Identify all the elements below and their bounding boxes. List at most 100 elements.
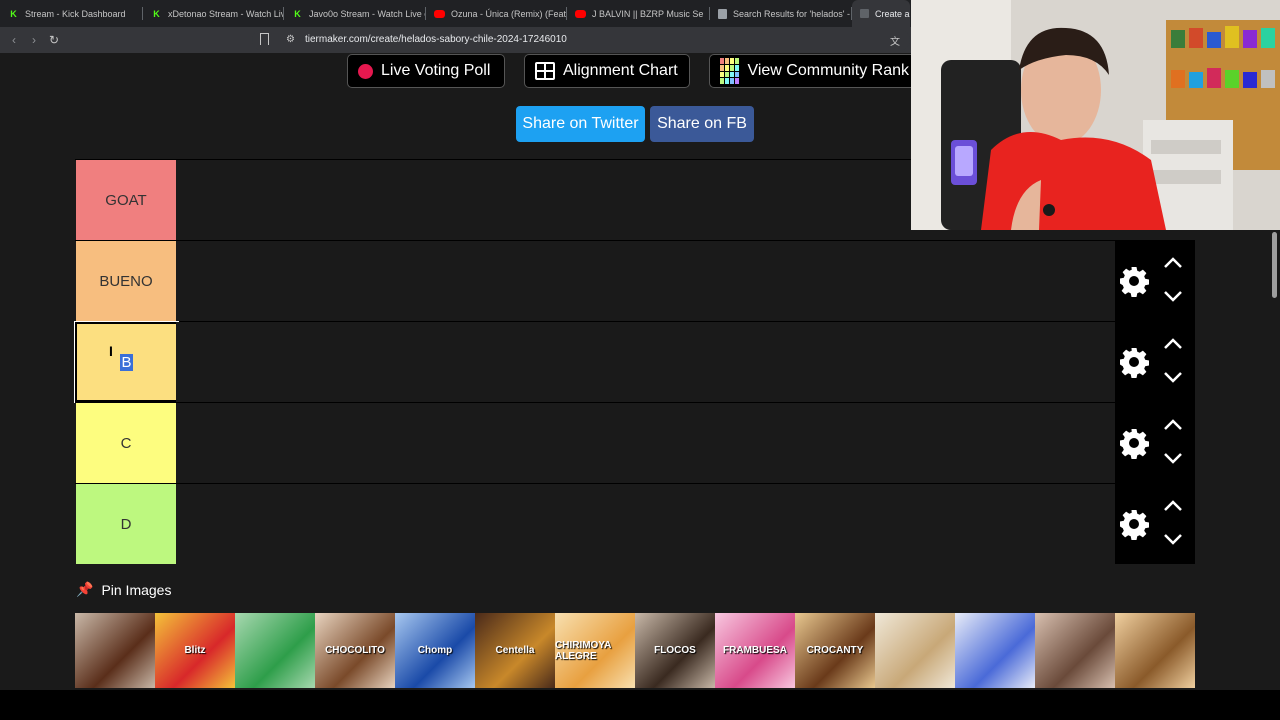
text-cursor-icon: I [109,343,113,359]
alignment-chart-button[interactable]: Alignment Chart [524,54,690,88]
site-info-icon[interactable]: ⚙ [286,34,295,45]
ice-cream-item-cone-nuts[interactable] [875,613,955,688]
pin-images-toggle[interactable]: 📌 Pin Images [76,581,171,598]
gear-icon[interactable] [1118,346,1150,378]
ice-cream-item-text: Centella [495,645,535,656]
url-text[interactable]: tiermaker.com/create/helados-sabory-chil… [305,34,567,45]
tier-drop-zone[interactable] [176,484,1115,564]
tier-controls [1115,484,1195,564]
ice-cream-item-chocolate-bar[interactable] [75,613,155,688]
ice-cream-item-crocanty[interactable]: CROCANTY [795,613,875,688]
live-voting-poll-button[interactable]: Live Voting Poll [347,54,505,88]
reload-button[interactable]: ↻ [46,32,62,48]
community-rank-label: View Community Rank [747,62,909,79]
tier-row: BI [74,321,1195,403]
ice-cream-item-frambuesa[interactable]: FRAMBUESA [715,613,795,688]
grid-quadrant-icon [535,62,555,80]
tab-title: Search Results for 'helados' - T [733,8,852,19]
tier-label-text[interactable]: C [121,435,132,452]
ice-cream-item-text: CHOCOLITO [325,645,385,656]
forward-button[interactable]: › [26,32,42,48]
tab-title: Ozuna - Única (Remix) (Feat. A [451,8,567,19]
youtube-icon [434,9,445,18]
browser-tab[interactable]: J BALVIN || BZRP Music Se [567,0,710,27]
chevron-up-icon[interactable] [1163,499,1183,513]
tiermaker-icon [860,9,869,18]
gear-icon[interactable] [1118,508,1150,540]
tier-label[interactable]: BI [74,321,179,403]
bookmark-icon[interactable] [260,33,269,45]
ice-cream-item-chocolito[interactable]: CHOCOLITO [315,613,395,688]
ice-cream-item-text: FLOCOS [654,645,696,656]
address-bar[interactable]: ⚙ tiermaker.com/create/helados-sabory-ch… [252,29,910,51]
tier-controls [1115,241,1195,321]
pin-images-label: Pin Images [101,581,172,598]
tier-controls [1115,403,1195,483]
browser-tab[interactable]: KxDetonao Stream - Watch Live [143,0,284,27]
chevron-down-icon[interactable] [1163,451,1183,465]
share-facebook-button[interactable]: Share on FB [650,106,754,142]
alignment-chart-label: Alignment Chart [563,62,678,79]
tab-title: Stream - Kick Dashboard [25,8,126,19]
ice-cream-item-cone-blue[interactable] [955,613,1035,688]
chevron-down-icon[interactable] [1163,370,1183,384]
tier-label[interactable]: D [76,484,176,564]
browser-tab[interactable]: Search Results for 'helados' - T [710,0,852,27]
scrollbar-thumb[interactable] [1272,232,1277,298]
browser-tab[interactable]: K Stream - Kick Dashboard [0,0,143,27]
kick-icon: K [294,8,301,19]
tier-label-text[interactable]: B [120,353,133,371]
chevron-up-icon[interactable] [1163,256,1183,270]
gear-icon[interactable] [1118,265,1150,297]
kick-icon: K [10,8,17,19]
color-grid-icon [720,58,740,84]
tab-title: Create a [875,8,910,19]
tier-drop-zone[interactable] [176,322,1115,402]
ice-cream-item-text: CROCANTY [806,645,864,656]
community-rank-button[interactable]: View Community Rank [709,54,919,88]
browser-tab[interactable]: Ozuna - Única (Remix) (Feat. A [426,0,567,27]
webcam-overlay [911,0,1280,230]
ice-cream-item-text: CHIRIMOYA ALEGRE [555,639,611,662]
tier-label-text[interactable]: D [121,516,132,533]
ice-cream-item-text: Chomp [417,645,453,656]
ice-cream-item-cone-caramel[interactable] [1115,613,1195,688]
ice-cream-item-green-popsicle[interactable] [235,613,315,688]
chevron-up-icon[interactable] [1163,337,1183,351]
tab-title: xDetonao Stream - Watch Live [168,8,284,19]
ice-cream-item-centella[interactable]: Centella [475,613,555,688]
tier-label-text[interactable]: BUENO [99,273,152,290]
tier-label[interactable]: GOAT [76,160,176,240]
ice-cream-item-text: Blitz [184,645,206,656]
tier-controls [1115,322,1195,402]
tier-row: BUENO [75,240,1195,321]
youtube-icon [575,9,586,18]
tier-drop-zone[interactable] [176,241,1115,321]
chevron-up-icon[interactable] [1163,418,1183,432]
browser-tab[interactable]: Create a [852,0,910,27]
red-dot-icon [358,63,373,79]
ice-cream-item-chomp-blue[interactable]: Chomp [395,613,475,688]
image-pool: Blitz CHOCOLITO Chomp Centella CHIRIMOYA ALE… [75,613,1195,688]
ice-cream-item-flocos[interactable]: FLOCOS [635,613,715,688]
page-scrollbar[interactable] [1270,228,1280,690]
kick-icon: K [153,8,160,19]
tier-label[interactable]: C [76,403,176,483]
ice-cream-item-sabor-chirimoya[interactable]: CHIRIMOYA ALEGRE [555,613,635,688]
browser-tab[interactable]: K Javo0o Stream - Watch Live on [284,0,426,27]
taskbar-strip [0,690,1280,720]
back-button[interactable]: ‹ [6,32,22,48]
live-voting-poll-label: Live Voting Poll [381,62,491,79]
translate-icon[interactable]: 文 [890,33,900,48]
document-icon [718,8,727,19]
tier-label[interactable]: BUENO [76,241,176,321]
ice-cream-item-cone-brown[interactable] [1035,613,1115,688]
chevron-down-icon[interactable] [1163,289,1183,303]
gear-icon[interactable] [1118,427,1150,459]
tier-row: D [75,483,1195,564]
share-twitter-button[interactable]: Share on Twitter [516,106,645,142]
ice-cream-item-blitz[interactable]: Blitz [155,613,235,688]
chevron-down-icon[interactable] [1163,532,1183,546]
tier-label-text[interactable]: GOAT [105,192,146,209]
tier-drop-zone[interactable] [176,403,1115,483]
